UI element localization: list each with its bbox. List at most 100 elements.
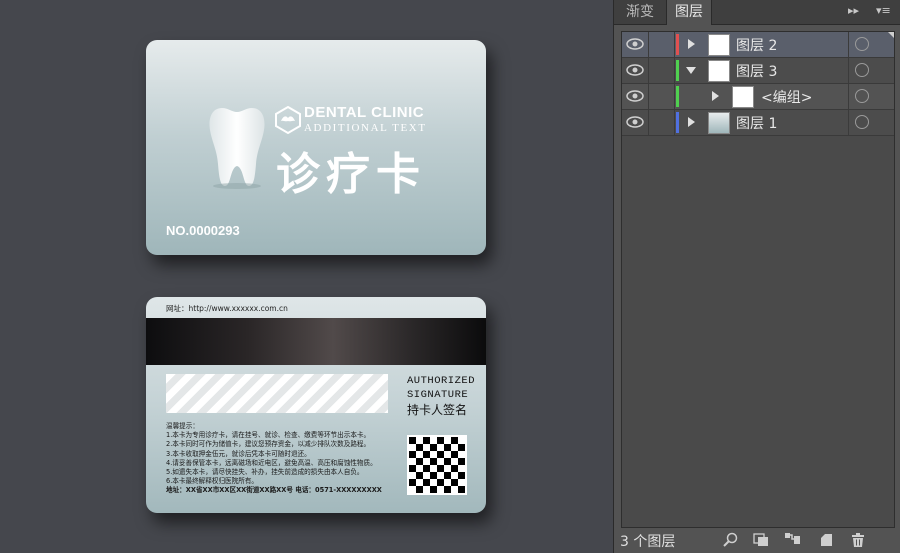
qr-module (423, 465, 430, 472)
layer-color-bar (676, 60, 679, 81)
notice-title: 温馨提示： (166, 422, 199, 430)
layer-color-bar (676, 34, 679, 55)
notice-block: 温馨提示： 1.本卡为专用诊疗卡，请在挂号、就诊、检查、缴费等环节出示本卡。 2… (166, 422, 382, 496)
layer-name[interactable]: 图层 1 (736, 113, 777, 133)
qr-module (444, 458, 451, 465)
lock-toggle[interactable] (648, 58, 675, 83)
layer-target-icon[interactable] (855, 115, 869, 129)
artboard-canvas[interactable]: DENTAL CLINIC ADDITIONAL TEXT 诊疗卡 NO.000… (0, 0, 612, 553)
visibility-eye-icon[interactable] (624, 60, 646, 80)
expand-arrow-icon[interactable] (712, 91, 719, 101)
qr-module (451, 437, 458, 444)
divider (848, 84, 849, 109)
qr-module (430, 472, 437, 479)
visibility-eye-icon[interactable] (624, 34, 646, 54)
qr-module (444, 444, 451, 451)
layer-color-bar (676, 112, 679, 133)
qr-module (409, 465, 416, 472)
address-line: 地址：XX省XX市XX区XX街道XX路XX号 电话：0571-XXXXXXXXX (166, 486, 382, 495)
layer-name[interactable]: <编组> (761, 87, 812, 107)
signature-strip (166, 374, 388, 413)
qr-module (437, 465, 444, 472)
expand-arrow-icon[interactable] (688, 117, 695, 127)
qr-module (437, 437, 444, 444)
qr-module (451, 479, 458, 486)
clip-mask-icon[interactable] (752, 532, 770, 548)
qr-module (423, 437, 430, 444)
qr-module (409, 451, 416, 458)
layer-thumbnail (708, 34, 730, 56)
qr-module (458, 458, 465, 465)
qr-module (423, 479, 430, 486)
website-text: 网址：http://www.xxxxxx.com.cn (166, 304, 288, 313)
layer-color-bar (676, 86, 679, 107)
lock-toggle[interactable] (648, 110, 675, 135)
card-front[interactable]: DENTAL CLINIC ADDITIONAL TEXT 诊疗卡 NO.000… (146, 40, 486, 255)
tab-gradient[interactable]: 渐变 (616, 0, 664, 24)
lock-toggle[interactable] (648, 84, 675, 109)
notice-line: 2.本卡同时可作为储值卡，建议您预存资金，以减少排队次数及路程。 (166, 440, 371, 449)
qr-module (409, 479, 416, 486)
qr-module (430, 444, 437, 451)
card-title: 诊疗卡 (276, 149, 426, 200)
qr-module (409, 437, 416, 444)
auth-line-1: AUTHORIZED (407, 375, 476, 387)
layer-count: 3 个图层 (620, 534, 676, 550)
qr-module (458, 444, 465, 451)
visibility-eye-icon[interactable] (624, 112, 646, 132)
trash-icon[interactable] (849, 532, 867, 548)
search-icon[interactable] (722, 532, 740, 548)
layer-target-icon[interactable] (855, 63, 869, 77)
tab-layers[interactable]: 图层 (666, 0, 712, 25)
authorized-signature-label: AUTHORIZED SIGNATURE (407, 374, 475, 402)
notice-line: 4.请妥善保管本卡，远离磁场和近电区，避免高温、高压和腐蚀性物质。 (166, 458, 377, 467)
collapse-panel-icon[interactable]: ▸▸ (848, 4, 859, 17)
layer-row-group[interactable]: <编组> (622, 84, 894, 110)
sublayer-icon[interactable] (784, 532, 802, 548)
tooth-icon (209, 108, 265, 189)
qr-module (416, 486, 423, 493)
qr-module (437, 479, 444, 486)
layer-name[interactable]: 图层 2 (736, 35, 777, 55)
collapse-arrow-icon[interactable] (686, 67, 696, 74)
notice-line: 5.如遗失本卡，请尽快挂失、补办，挂失前造成的损失由本人自负。 (166, 468, 364, 477)
magnetic-stripe (146, 318, 486, 365)
divider (848, 32, 849, 57)
clinic-brand-subtitle: ADDITIONAL TEXT (304, 122, 427, 134)
divider (848, 58, 849, 83)
selection-corner-indicator (888, 32, 894, 38)
holder-signature-label: 持卡人签名 (407, 403, 468, 417)
layer-target-icon[interactable] (855, 37, 869, 51)
qr-module (458, 472, 465, 479)
card-back[interactable]: 网址：http://www.xxxxxx.com.cn AUTHORIZED S… (146, 297, 486, 513)
panel-menu-icon[interactable]: ▾≡ (876, 4, 891, 17)
layer-row-layer-2[interactable]: 图层 2 (622, 32, 894, 58)
qr-module (430, 486, 437, 493)
qr-module (444, 472, 451, 479)
expand-arrow-icon[interactable] (688, 39, 695, 49)
clinic-brand-name: DENTAL CLINIC (304, 104, 425, 121)
qr-module (416, 472, 423, 479)
new-layer-icon[interactable] (817, 532, 835, 548)
qr-module (416, 444, 423, 451)
qr-module (430, 458, 437, 465)
layers-panel: 渐变 图层 ▸▸ ▾≡ 图层 2 图层 3 <编组> 图层 1 3 个图层 (613, 0, 900, 553)
lock-toggle[interactable] (648, 32, 675, 57)
panel-tab-bar: 渐变 图层 ▸▸ ▾≡ (614, 0, 900, 25)
qr-module (444, 486, 451, 493)
layer-thumbnail (708, 112, 730, 134)
auth-line-2: SIGNATURE (407, 389, 469, 401)
qr-pattern-icon (409, 437, 465, 493)
qr-module (423, 451, 430, 458)
layer-row-layer-3[interactable]: 图层 3 (622, 58, 894, 84)
layer-list[interactable]: 图层 2 图层 3 <编组> 图层 1 (621, 31, 895, 528)
layer-row-layer-1[interactable]: 图层 1 (622, 110, 894, 136)
qr-module (451, 465, 458, 472)
visibility-eye-icon[interactable] (624, 86, 646, 106)
qr-code (407, 435, 467, 495)
layer-name[interactable]: 图层 3 (736, 61, 777, 81)
card-number: NO.0000293 (166, 223, 240, 238)
notice-line: 3.本卡收取押金伍元，就诊后凭本卡可随时退还。 (166, 449, 311, 458)
layer-target-icon[interactable] (855, 89, 869, 103)
qr-module (416, 458, 423, 465)
